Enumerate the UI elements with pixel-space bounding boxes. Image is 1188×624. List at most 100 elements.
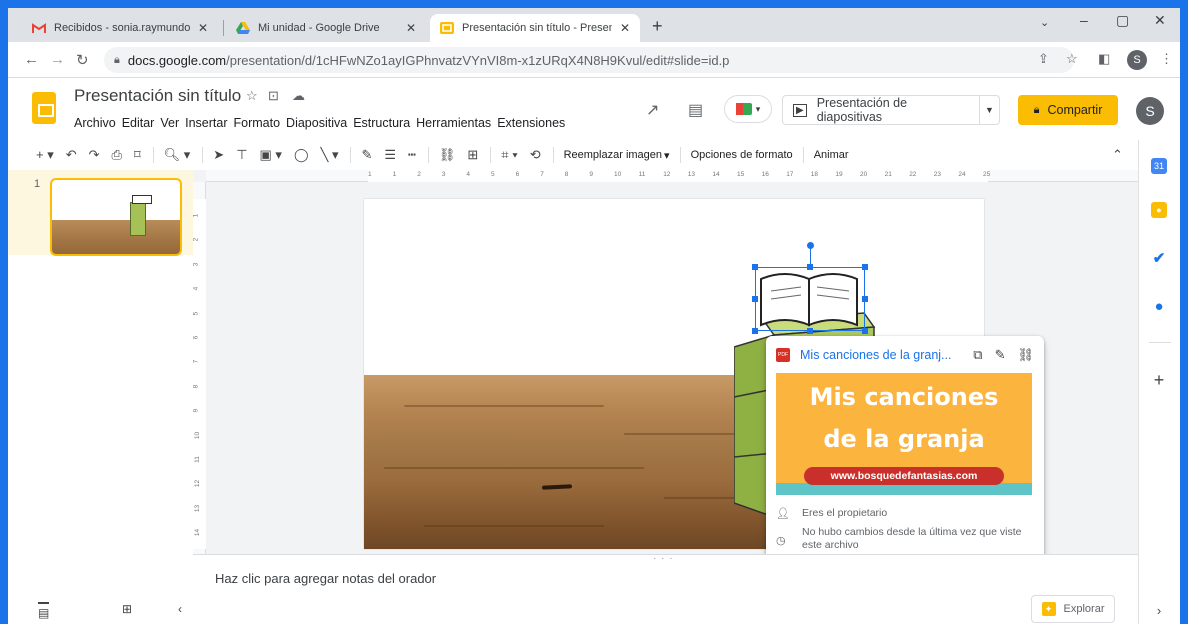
tab-gmail[interactable]: Recibidos - sonia.raymundo.arr@ ✕	[22, 14, 218, 42]
reload-icon[interactable]: ↻	[76, 51, 89, 69]
restore-button[interactable]: ▢	[1116, 12, 1129, 29]
menu-herramientas[interactable]: Herramientas	[416, 116, 491, 130]
app-header: Presentación sin título ☆ ⊡ ☁ Archivo Ed…	[8, 78, 1180, 140]
close-tab-icon[interactable]: ✕	[406, 21, 416, 35]
explore-button[interactable]: ✦ Explorar	[1031, 595, 1115, 623]
resize-handle[interactable]	[862, 328, 868, 334]
zoom-icon[interactable]: 🔍︎ ▾	[164, 147, 191, 163]
minimize-button[interactable]: –	[1080, 12, 1088, 28]
menu-formato[interactable]: Formato	[234, 116, 281, 130]
image-icon[interactable]: ▣ ▾	[260, 147, 282, 163]
share-page-icon[interactable]: ⇪	[1038, 51, 1049, 67]
crop-icon[interactable]: ⌗ ▾	[501, 147, 517, 163]
comment-add-icon[interactable]: ⊞	[467, 147, 478, 163]
remove-link-icon[interactable]: ⛓	[1017, 347, 1034, 363]
menu-estructura[interactable]: Estructura	[353, 116, 410, 130]
speaker-notes[interactable]: · · · Haz clic para agregar notas del or…	[193, 553, 1138, 624]
border-color-icon[interactable]: ✎	[361, 147, 372, 163]
comments-icon[interactable]: ▤	[688, 100, 703, 120]
more-menu-icon[interactable]: ⋮	[1160, 51, 1173, 67]
resize-handle[interactable]	[862, 296, 868, 302]
profile-avatar[interactable]: S	[1127, 50, 1147, 70]
replace-image-button[interactable]: Reemplazar imagen	[564, 149, 662, 161]
resize-handle[interactable]	[752, 296, 758, 302]
bookmark-star-icon[interactable]: ☆	[1066, 51, 1078, 67]
ruler-tick: 11	[638, 171, 646, 178]
menu-insertar[interactable]: Insertar	[185, 116, 227, 130]
border-weight-icon[interactable]: ☰	[384, 147, 396, 163]
link-icon[interactable]: ⛓	[439, 147, 456, 163]
calendar-icon[interactable]: 31	[1151, 158, 1167, 174]
meet-button[interactable]: ▾	[724, 95, 772, 123]
tasks-icon[interactable]: ✔	[1151, 250, 1167, 267]
edit-link-icon[interactable]: ✎	[995, 347, 1006, 363]
format-options-button[interactable]: Opciones de formato	[691, 149, 793, 161]
menu-archivo[interactable]: Archivo	[74, 116, 116, 130]
rotation-handle[interactable]	[807, 242, 814, 249]
resize-handle[interactable]	[862, 264, 868, 270]
add-addon-icon[interactable]: +	[1151, 370, 1167, 390]
notes-placeholder[interactable]: Haz clic para agregar notas del orador	[215, 571, 436, 586]
contacts-icon[interactable]: ●	[1151, 298, 1167, 315]
print-icon[interactable]: ⎙	[112, 147, 122, 163]
notes-resize-handle[interactable]: · · ·	[653, 553, 674, 564]
ruler-tick: 14	[194, 529, 202, 537]
collapse-filmstrip-icon[interactable]: ‹	[178, 602, 182, 616]
menu-diapositiva[interactable]: Diapositiva	[286, 116, 347, 130]
undo-icon[interactable]: ↶	[66, 147, 77, 163]
ruler-tick: 24	[958, 171, 966, 178]
resize-handle[interactable]	[807, 264, 813, 270]
new-tab-button[interactable]: +	[652, 16, 663, 37]
redo-icon[interactable]: ↷	[89, 147, 100, 163]
chevron-down-icon[interactable]: ▼	[979, 96, 999, 124]
animate-button[interactable]: Animar	[814, 149, 849, 161]
grid-view-icon[interactable]: ⊞	[122, 602, 132, 616]
resize-handle[interactable]	[752, 328, 758, 334]
thumbnail-table-image	[52, 220, 180, 254]
tab-search-icon[interactable]: ⌄	[1040, 16, 1049, 29]
shape-icon[interactable]: ◯	[294, 147, 309, 163]
border-dash-icon[interactable]: ┅	[408, 147, 416, 163]
keep-icon[interactable]: ●	[1151, 202, 1167, 218]
slides-logo-icon[interactable]	[32, 92, 56, 124]
side-panel-icon[interactable]: ◧	[1098, 51, 1110, 67]
resize-handle[interactable]	[752, 264, 758, 270]
slideshow-button[interactable]: ▶ Presentación de diapositivas ▼	[782, 95, 1000, 125]
ruler-tick: 5	[491, 171, 495, 178]
star-icon[interactable]: ☆	[246, 88, 258, 104]
link-title[interactable]: Mis canciones de la granj...	[800, 348, 961, 362]
slide-thumbnail-row[interactable]: 1	[8, 170, 193, 256]
document-title[interactable]: Presentación sin título	[74, 86, 241, 106]
close-window-button[interactable]: ✕	[1154, 12, 1166, 29]
move-folder-icon[interactable]: ⊡	[268, 88, 279, 104]
reset-image-icon[interactable]: ⟲	[530, 147, 541, 163]
back-icon[interactable]: ←	[24, 51, 39, 68]
text-box-icon[interactable]: ⊤	[236, 147, 247, 163]
share-button[interactable]: 🔒︎ Compartir	[1018, 95, 1118, 125]
close-tab-icon[interactable]: ✕	[198, 21, 208, 35]
url-field[interactable]: 🔒︎ docs.google.com /presentation/d/1cHFw…	[104, 47, 1074, 73]
select-icon[interactable]: ➤	[213, 147, 224, 163]
collapse-toolbar-icon[interactable]: ⌃	[1112, 147, 1123, 163]
expand-panel-icon[interactable]: ›	[1151, 602, 1167, 618]
menu-extensiones[interactable]: Extensiones	[497, 116, 565, 130]
forward-icon[interactable]: →	[50, 51, 65, 68]
line-icon[interactable]: ╲ ▾	[321, 147, 339, 163]
slide-thumbnail[interactable]	[50, 178, 182, 256]
close-tab-icon[interactable]: ✕	[620, 21, 630, 35]
link-preview-image[interactable]: Mis canciones de la granja www.bosquedef…	[776, 373, 1032, 495]
activity-trend-icon[interactable]: ↗	[646, 100, 659, 120]
account-avatar[interactable]: S	[1136, 97, 1164, 125]
copy-link-icon[interactable]: ⧉	[973, 347, 982, 363]
menu-ver[interactable]: Ver	[160, 116, 179, 130]
new-slide-icon[interactable]: + ▾	[36, 147, 54, 163]
tab-drive[interactable]: Mi unidad - Google Drive ✕	[226, 14, 426, 42]
paint-format-icon[interactable]: ⌑	[134, 147, 141, 163]
tab-slides[interactable]: Presentación sin título - Presenta ✕	[430, 14, 640, 42]
filmstrip-view-icon[interactable]: ▤	[38, 602, 50, 620]
ruler-tick: 2	[193, 238, 200, 242]
cloud-status-icon[interactable]: ☁	[292, 88, 305, 104]
menu-editar[interactable]: Editar	[122, 116, 155, 130]
resize-handle[interactable]	[807, 328, 813, 334]
chevron-down-icon[interactable]: ▾	[664, 149, 670, 162]
